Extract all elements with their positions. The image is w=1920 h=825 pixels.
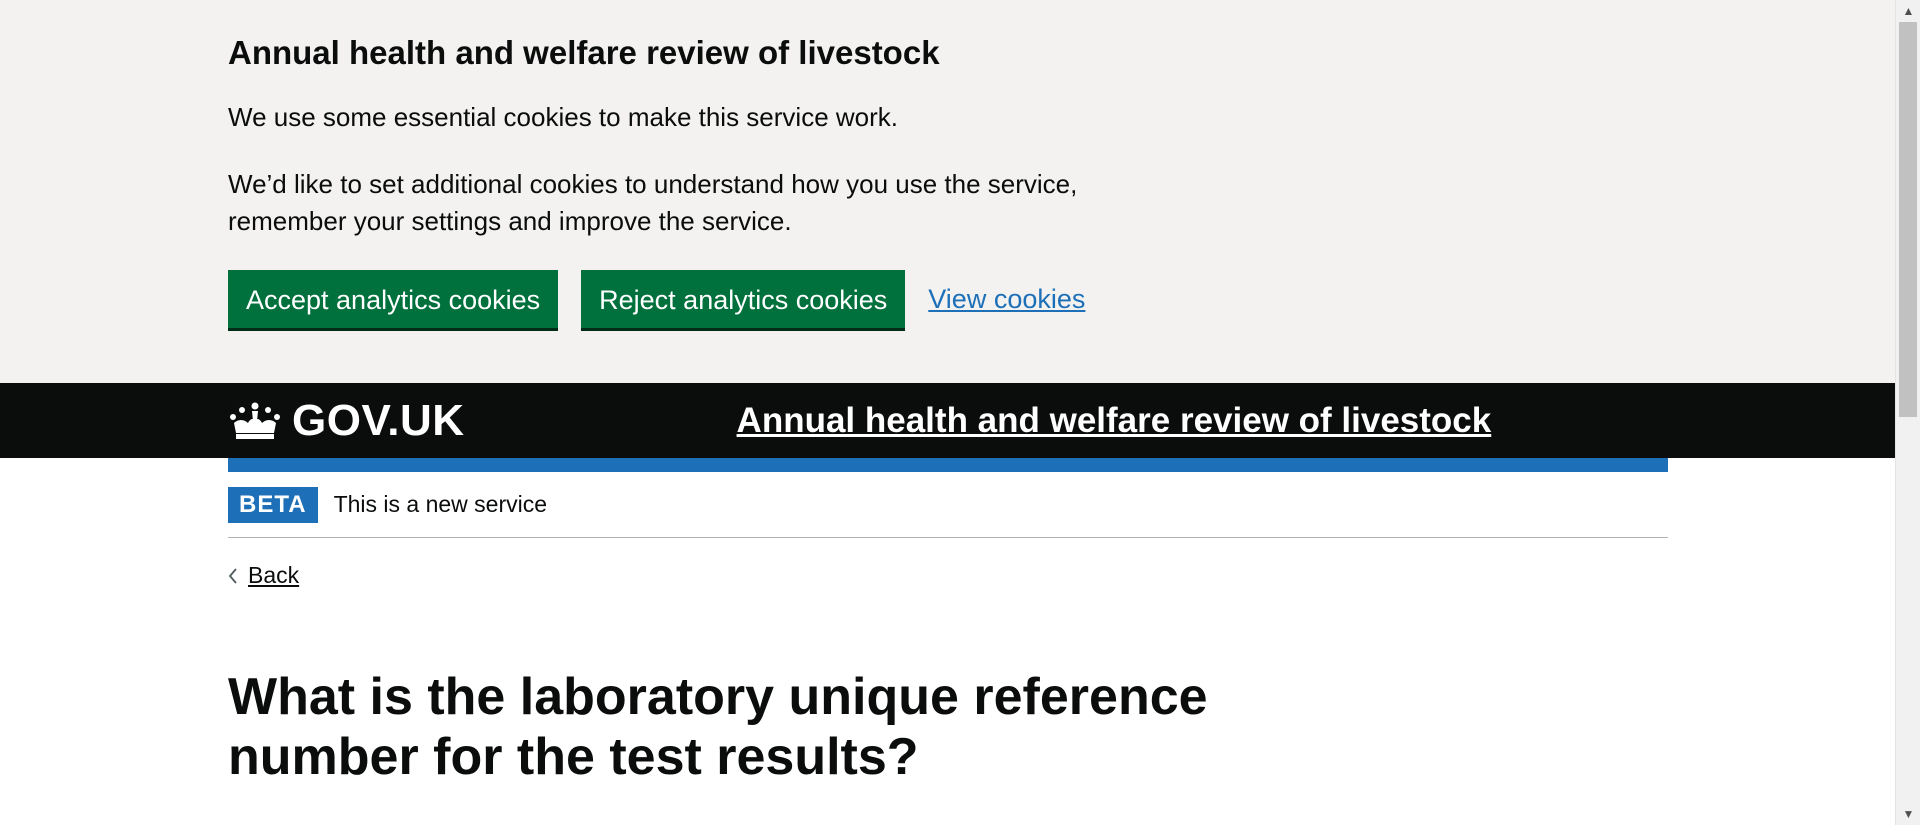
page-title: What is the laboratory unique reference … — [228, 668, 1208, 786]
phase-text: This is a new service — [333, 491, 548, 517]
chevron-left-icon — [228, 567, 237, 584]
cookie-essential-text: We use some essential cookies to make th… — [228, 102, 899, 132]
govuk-logo-link[interactable]: GOV.UK — [228, 396, 465, 446]
cookie-actions: Accept analytics cookies Reject analytic… — [228, 270, 1668, 328]
phase-tag: BETA — [228, 486, 318, 523]
phase-banner: BETA This is a new service — [228, 472, 1668, 538]
back-link-label: Back — [248, 562, 300, 588]
cookie-banner-heading: Annual health and welfare review of live… — [228, 34, 940, 71]
content-area: Annual health and welfare review of live… — [0, 0, 1895, 825]
scrollbar-thumb[interactable] — [1899, 22, 1917, 417]
cookie-banner-container: Annual health and welfare review of live… — [228, 31, 1668, 328]
page: Annual health and welfare review of live… — [0, 0, 1920, 825]
header-inner: GOV.UK Annual health and welfare review … — [228, 383, 1895, 458]
view-cookies-link[interactable]: View cookies — [928, 284, 1085, 315]
crown-icon — [230, 402, 280, 439]
scroll-up-icon[interactable]: ▲ — [1896, 0, 1920, 22]
accept-cookies-button[interactable]: Accept analytics cookies — [228, 270, 559, 328]
service-name-link[interactable]: Annual health and welfare review of live… — [737, 401, 1492, 441]
logo-text: GOV.UK — [292, 395, 465, 445]
site-header: GOV.UK Annual health and welfare review … — [0, 383, 1895, 458]
vertical-scrollbar[interactable]: ▲ ▼ — [1895, 0, 1920, 825]
cookie-banner: Annual health and welfare review of live… — [0, 0, 1895, 383]
back-link[interactable]: Back — [228, 562, 299, 589]
cookie-additional-text: We’d like to set additional cookies to u… — [228, 169, 1078, 236]
scroll-down-icon[interactable]: ▼ — [1896, 803, 1920, 825]
reject-cookies-button[interactable]: Reject analytics cookies — [581, 270, 906, 328]
header-blue-bar — [228, 458, 1668, 472]
